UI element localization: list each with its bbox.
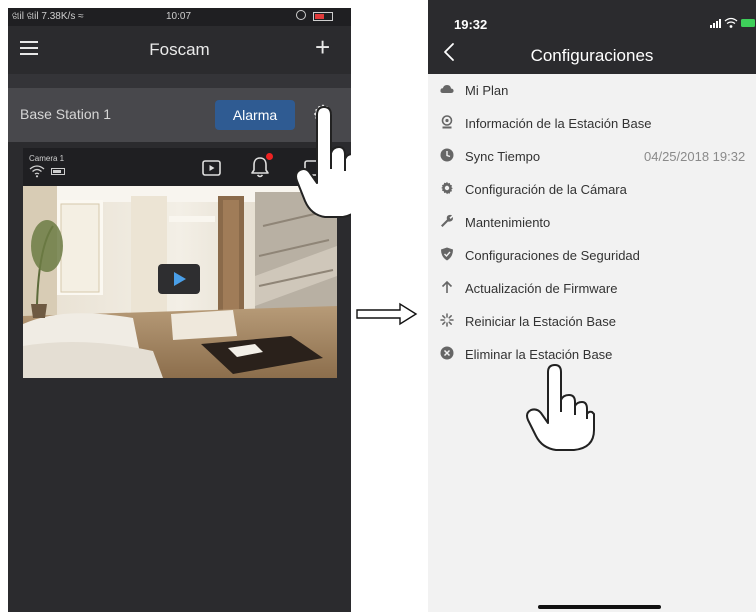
arrow-up-icon <box>441 280 453 293</box>
play-button[interactable] <box>158 264 200 294</box>
settings-item-sync-time[interactable]: Sync Tiempo 04/25/2018 19:32 <box>428 140 756 173</box>
right-phone-screen: 19:32 Configuraciones Mi Plan Informació… <box>428 0 756 612</box>
battery-icon <box>313 12 333 21</box>
settings-item-security[interactable]: Configuraciones de Seguridad <box>428 239 756 272</box>
page-title: Configuraciones <box>530 46 654 65</box>
alarm-clock-icon <box>296 10 306 20</box>
settings-item-station-info[interactable]: Información de la Estación Base <box>428 107 756 140</box>
settings-item-label: Eliminar la Estación Base <box>465 347 613 362</box>
wifi-icon <box>29 165 45 178</box>
settings-item-firmware[interactable]: Actualización de Firmware <box>428 272 756 305</box>
signal-status: ଖil ଖil 7.38K/s ≈ <box>12 11 84 22</box>
webcam-icon <box>441 115 453 129</box>
status-icons <box>710 17 755 28</box>
settings-item-camera-config[interactable]: Configuración de la Cámara <box>428 173 756 206</box>
wrench-icon <box>441 214 453 227</box>
settings-item-maintenance[interactable]: Mantenimiento <box>428 206 756 239</box>
spinner-icon <box>440 313 454 327</box>
camera-battery-icon <box>51 168 65 175</box>
status-time: 19:32 <box>454 17 488 32</box>
home-indicator <box>538 605 661 609</box>
alarm-button[interactable]: Alarma <box>215 100 295 130</box>
notification-dot <box>266 153 273 160</box>
app-bar: Foscam + <box>8 26 351 74</box>
arrow-right-icon <box>356 302 418 326</box>
divider <box>8 74 351 88</box>
settings-item-label: Información de la Estación Base <box>465 116 652 131</box>
settings-list: Mi Plan Información de la Estación Base … <box>428 74 756 371</box>
cloud-icon <box>440 85 454 93</box>
hand-pointer-icon <box>526 364 595 451</box>
settings-item-label: Mi Plan <box>465 83 509 98</box>
status-bar: ଖil ଖil 7.38K/s ≈ 10:07 <box>8 8 351 26</box>
station-name: Base Station 1 <box>20 106 112 122</box>
shield-icon <box>441 247 453 261</box>
settings-item-mi-plan[interactable]: Mi Plan <box>428 74 756 107</box>
status-time: 10:07 <box>166 11 192 22</box>
camera-label: Camera 1 <box>29 154 65 163</box>
plus-icon[interactable]: + <box>315 32 330 62</box>
app-title: Foscam <box>149 40 210 59</box>
left-phone-screen: ଖil ଖil 7.38K/s ≈ 10:07 Foscam + Base St… <box>8 8 351 612</box>
settings-item-label: Reiniciar la Estación Base <box>465 314 617 329</box>
sync-time-value: 04/25/2018 19:32 <box>644 149 746 164</box>
settings-item-label: Actualización de Firmware <box>465 281 618 296</box>
hand-pointer-icon <box>295 106 351 218</box>
settings-item-label: Configuración de la Cámara <box>465 182 627 197</box>
settings-item-label: Sync Tiempo <box>465 149 541 164</box>
gear-icon <box>441 181 453 195</box>
settings-item-restart[interactable]: Reiniciar la Estación Base <box>428 305 756 338</box>
close-circle-icon <box>440 346 454 360</box>
app-bar: 19:32 Configuraciones <box>428 0 756 74</box>
camera-header: Camera 1 <box>23 148 337 186</box>
settings-item-label: Configuraciones de Seguridad <box>465 248 640 263</box>
record-icon[interactable] <box>201 158 223 178</box>
clock-icon <box>440 148 454 162</box>
settings-item-label: Mantenimiento <box>465 215 551 230</box>
